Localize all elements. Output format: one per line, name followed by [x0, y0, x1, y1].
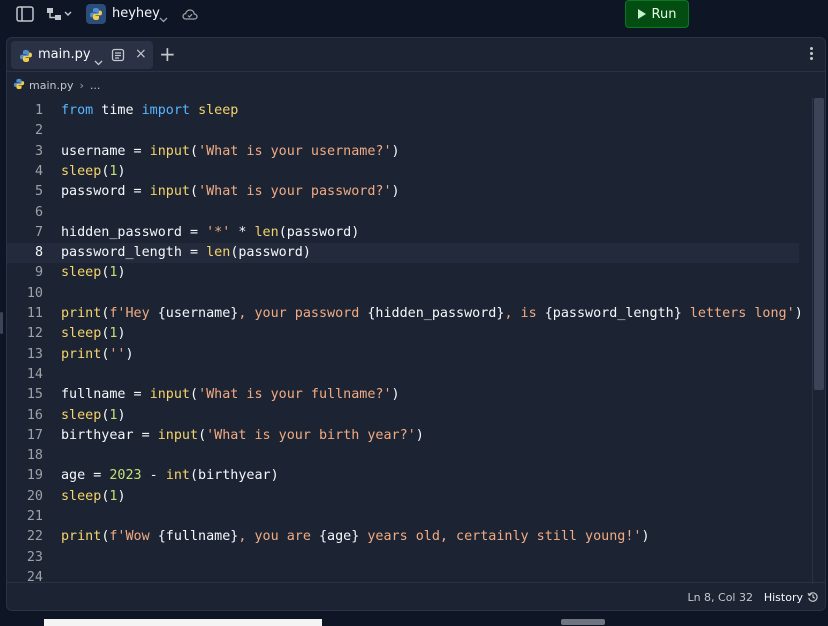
- code-line[interactable]: 11 print(f'Hey {username}, your password …: [7, 304, 803, 324]
- code-text: password_length = len(password): [61, 245, 311, 261]
- code-line[interactable]: 21: [7, 507, 799, 527]
- line-number: 9: [34, 265, 43, 281]
- code-line[interactable]: 20 sleep(1): [7, 487, 799, 507]
- code-line[interactable]: 12 sleep(1): [7, 324, 799, 344]
- line-number: 23: [26, 549, 43, 565]
- horizontal-scrollbar-track[interactable]: [44, 619, 322, 626]
- chevron-down-icon[interactable]: [159, 8, 168, 27]
- code-text: age = 2023 - int(birthyear): [61, 468, 279, 484]
- tab-label: main.py: [38, 47, 91, 62]
- history-icon[interactable]: [807, 591, 819, 606]
- code-text: sleep(1): [61, 407, 126, 423]
- code-line[interactable]: 3 username = input('What is your username…: [7, 142, 799, 162]
- line-number: 1: [34, 103, 43, 118]
- code-line[interactable]: 7 hidden_password = '*' * len(password): [7, 223, 799, 243]
- repl-name[interactable]: heyhey: [112, 6, 160, 21]
- code-text: sleep(1): [61, 488, 126, 504]
- horizontal-scrollbar-thumb[interactable]: [561, 619, 605, 625]
- code-line[interactable]: 18: [7, 446, 799, 466]
- code-text: print(''): [61, 346, 134, 362]
- code-line[interactable]: 16 sleep(1): [7, 406, 799, 426]
- chevron-right-icon: ›: [79, 78, 84, 92]
- code-text: print(f'Hey {username}, your password {h…: [61, 306, 803, 321]
- resize-handle[interactable]: [0, 312, 3, 334]
- code-line[interactable]: 1 from time import sleep: [7, 101, 799, 121]
- code-text: hidden_password = '*' * len(password): [61, 224, 360, 240]
- more-options-icon[interactable]: [810, 47, 813, 60]
- code-line[interactable]: 13 print(''): [7, 345, 799, 365]
- breadcrumb: main.py › ...: [7, 72, 825, 98]
- line-number: 14: [26, 366, 43, 382]
- history-button[interactable]: History: [764, 591, 803, 604]
- code-line[interactable]: 9 sleep(1): [7, 263, 799, 283]
- code-line[interactable]: 19 age = 2023 - int(birthyear): [7, 466, 799, 486]
- code-line[interactable]: 6: [7, 203, 799, 223]
- editor-panel: main.py × + main.py › ... 1 from time imp…: [6, 37, 826, 611]
- tab-main-py[interactable]: main.py ×: [11, 41, 153, 69]
- tab-bar: main.py × +: [7, 38, 825, 72]
- line-number: 15: [26, 387, 43, 403]
- code-text: sleep(1): [61, 265, 126, 281]
- scrollbar-thumb[interactable]: [814, 98, 824, 390]
- line-number: 7: [34, 224, 43, 240]
- panel-toggle-icon[interactable]: [16, 6, 34, 22]
- line-number: 3: [34, 143, 43, 159]
- breadcrumb-more[interactable]: ...: [90, 79, 101, 92]
- document-outline-icon[interactable]: [111, 47, 125, 66]
- line-number: 4: [34, 163, 43, 179]
- code-editor[interactable]: 1 from time import sleep 2 3 username = inpu…: [7, 98, 825, 585]
- close-tab-icon[interactable]: ×: [135, 46, 147, 62]
- python-file-icon: [13, 78, 25, 93]
- line-number: 10: [26, 285, 43, 301]
- workspace-header: heyhey Run: [0, 0, 828, 28]
- code-line[interactable]: 4 sleep(1): [7, 162, 799, 182]
- line-number: 13: [26, 346, 43, 362]
- play-icon: [637, 9, 646, 19]
- code-line[interactable]: 2: [7, 121, 799, 141]
- file-tree-icon[interactable]: [46, 6, 72, 22]
- code-line[interactable]: 17 birthyear = input('What is your birth …: [7, 426, 799, 446]
- code-line[interactable]: 10: [7, 284, 799, 304]
- cursor-position[interactable]: Ln 8, Col 32: [687, 591, 753, 604]
- code-text: password = input('What is your password?…: [61, 184, 400, 200]
- code-line[interactable]: 23: [7, 548, 799, 568]
- line-number: 21: [26, 509, 43, 524]
- code-text: birthyear = input('What is your birth ye…: [61, 427, 424, 443]
- line-number: 12: [26, 326, 43, 342]
- code-text: username = input('What is your username?…: [61, 143, 400, 159]
- code-text: from time import sleep: [61, 103, 239, 118]
- code-text: print(f'Wow {fullname}, you are {age} ye…: [61, 529, 650, 545]
- run-button-label: Run: [651, 6, 677, 22]
- code-text: sleep(1): [61, 326, 126, 342]
- cloud-sync-icon[interactable]: [182, 7, 198, 26]
- line-number: 19: [26, 468, 43, 484]
- status-bar: Ln 8, Col 32 History: [7, 582, 825, 610]
- run-button[interactable]: Run: [625, 0, 689, 28]
- code-line[interactable]: 22 print(f'Wow {fullname}, you are {age} …: [7, 527, 799, 547]
- code-text: sleep(1): [61, 163, 126, 179]
- line-number: 17: [26, 427, 43, 443]
- chevron-down-icon[interactable]: [94, 51, 103, 70]
- line-number: 8: [34, 245, 43, 261]
- line-number: 5: [34, 184, 43, 200]
- line-number: 11: [26, 306, 43, 321]
- line-number: 16: [26, 407, 43, 423]
- line-number: 18: [26, 448, 43, 464]
- python-file-icon: [19, 48, 33, 67]
- code-text: fullname = input('What is your fullname?…: [61, 387, 400, 403]
- python-logo-icon[interactable]: [86, 4, 106, 24]
- code-line[interactable]: 14: [7, 365, 799, 385]
- line-number: 6: [34, 204, 43, 220]
- add-tab-icon[interactable]: +: [159, 44, 176, 64]
- line-number: 20: [26, 488, 43, 504]
- code-line[interactable]: 15 fullname = input('What is your fullnam…: [7, 385, 799, 405]
- breadcrumb-file[interactable]: main.py: [29, 79, 73, 92]
- line-number: 2: [34, 123, 43, 139]
- code-line[interactable]: 5 password = input('What is your password…: [7, 182, 799, 202]
- code-line[interactable]: 8 password_length = len(password): [7, 243, 799, 264]
- line-number: 22: [26, 529, 43, 545]
